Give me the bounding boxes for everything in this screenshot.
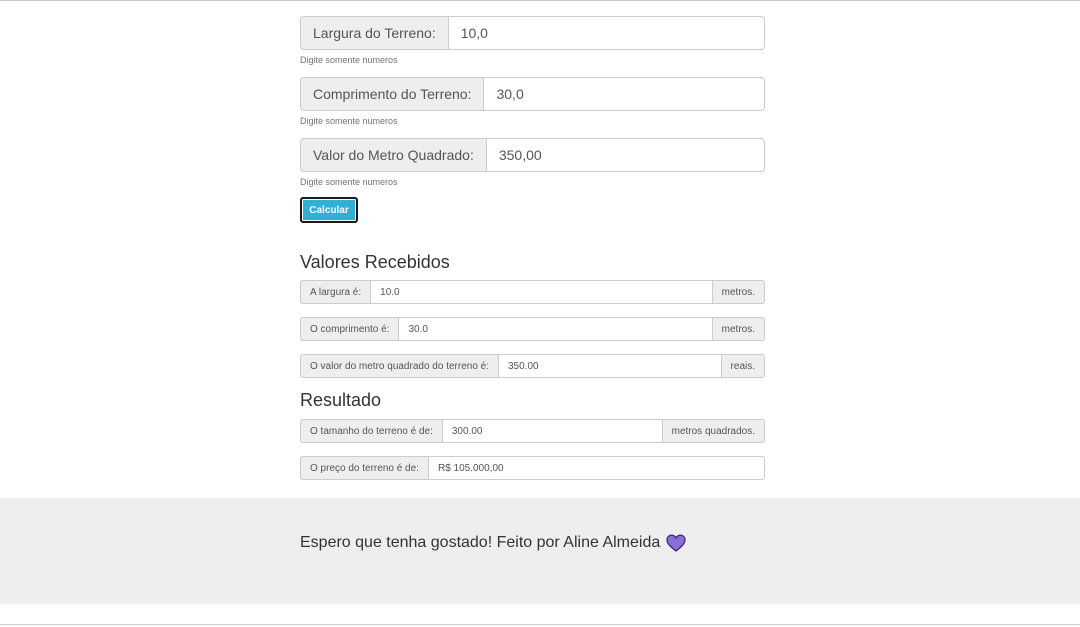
valores-recebidos-heading: Valores Recebidos [300, 252, 450, 272]
recebido-comprimento-group: O comprimento é: 30.0 metros. [300, 317, 765, 341]
top-border [0, 0, 1080, 1]
largura-help-text: Digite somente numeros [300, 55, 398, 65]
comprimento-input-group: Comprimento do Terreno: 30,0 [300, 77, 765, 111]
resultado-tamanho-unit: metros quadrados. [662, 419, 765, 443]
recebido-largura-label: A largura é: [300, 280, 371, 304]
comprimento-help-text: Digite somente numeros [300, 116, 398, 126]
resultado-heading: Resultado [300, 390, 382, 410]
valor-label: Valor do Metro Quadrado: [300, 138, 486, 172]
resultado-tamanho-group: O tamanho do terreno é de: 300.00 metros… [300, 419, 765, 443]
recebido-valor-label: O valor do metro quadrado do terreno é: [300, 354, 498, 378]
resultado-tamanho-label: O tamanho do terreno é de: [300, 419, 442, 443]
comprimento-label: Comprimento do Terreno: [300, 77, 484, 111]
largura-input[interactable]: 10,0 [447, 16, 765, 50]
recebido-comprimento-value: 30.0 [398, 317, 713, 341]
valor-help-text: Digite somente numeros [300, 177, 398, 187]
resultado-preco-label: O preço do terreno é de: [300, 456, 428, 480]
resultado-preco-group: O preço do terreno é de: R$ 105.000,00 [300, 456, 765, 480]
resultado-tamanho-value: 300.00 [441, 419, 663, 443]
recebido-valor-group: O valor do metro quadrado do terreno é: … [300, 354, 765, 378]
comprimento-input[interactable]: 30,0 [483, 77, 765, 111]
largura-label: Largura do Terreno: [300, 16, 448, 50]
recebido-valor-unit: reais. [721, 354, 765, 378]
recebido-comprimento-unit: metros. [712, 317, 765, 341]
recebido-largura-value: 10.0 [370, 280, 713, 304]
footer: Espero que tenha gostado! Feito por Alin… [0, 498, 1080, 604]
valor-input[interactable]: 350,00 [485, 138, 765, 172]
footer-message: Espero que tenha gostado! Feito por Alin… [300, 534, 686, 552]
purple-heart-icon [666, 534, 686, 552]
recebido-comprimento-label: O comprimento é: [300, 317, 399, 341]
recebido-largura-unit: metros. [712, 280, 765, 304]
main-container: Largura do Terreno: 10,0 Digite somente … [300, 16, 765, 493]
valor-input-group: Valor do Metro Quadrado: 350,00 [300, 138, 765, 172]
resultado-preco-value: R$ 105.000,00 [427, 456, 765, 480]
footer-text: Espero que tenha gostado! Feito por Alin… [300, 534, 661, 551]
recebido-valor-value: 350.00 [498, 354, 722, 378]
calcular-button[interactable]: Calcular [300, 197, 358, 223]
largura-input-group: Largura do Terreno: 10,0 [300, 16, 765, 50]
bottom-border [0, 624, 1080, 625]
recebido-largura-group: A largura é: 10.0 metros. [300, 280, 765, 304]
